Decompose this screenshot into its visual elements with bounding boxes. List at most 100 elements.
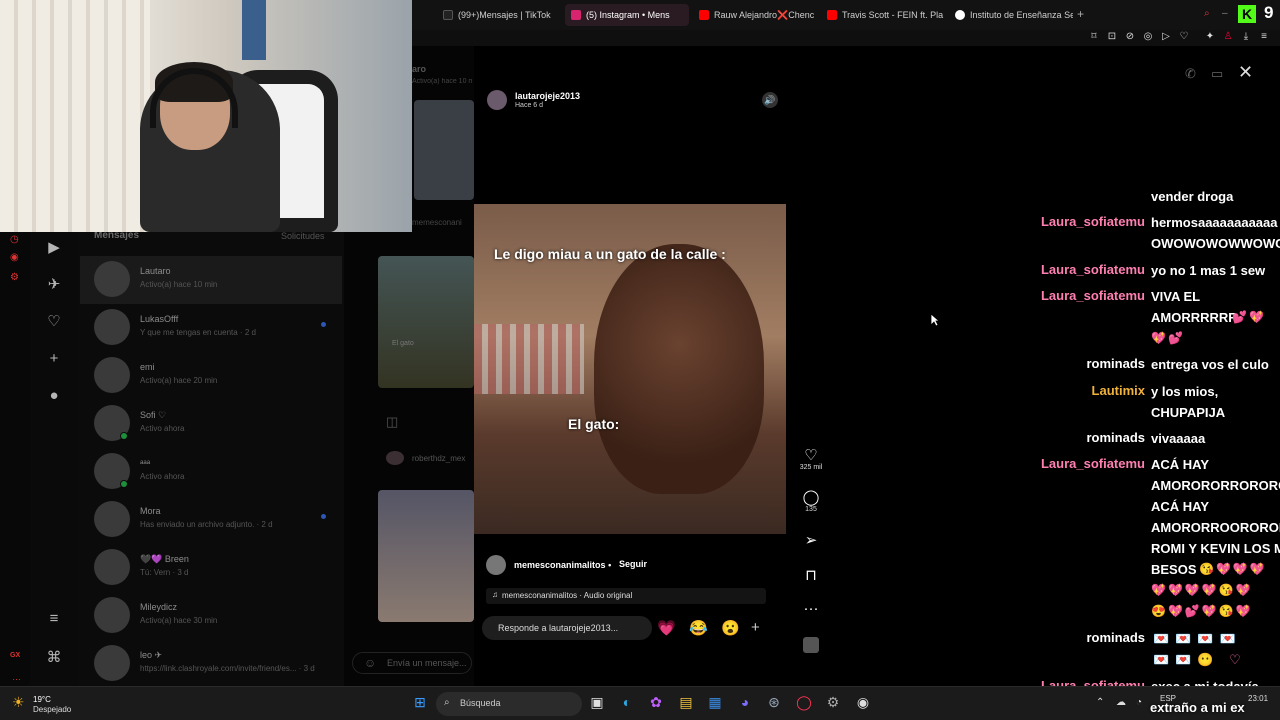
windows-start-icon[interactable]: ⊞ — [410, 694, 430, 712]
share-button[interactable]: ➢ — [798, 531, 824, 549]
list-item[interactable]: Lautaro Activo(a) hace 10 min — [80, 256, 342, 304]
edge-icon[interactable]: ◐ — [617, 694, 637, 712]
avatar[interactable] — [486, 555, 506, 575]
volume-icon[interactable]: 🔊 — [762, 92, 778, 108]
add-reaction-button[interactable]: + — [751, 619, 760, 636]
more-icon[interactable]: … — [12, 672, 21, 682]
heart-icon[interactable]: ♡ — [1177, 31, 1191, 42]
clock[interactable]: 23:01 — [1248, 694, 1268, 703]
youtube-icon — [827, 10, 837, 20]
taskbar-search[interactable]: ⌕ Búsqueda — [436, 692, 582, 716]
list-item[interactable]: Mora Has enviado un archivo adjunto. · 2 … — [80, 496, 342, 544]
reels-icon[interactable]: ▶ — [44, 238, 64, 256]
new-tab-button[interactable]: + — [1077, 7, 1084, 21]
chat-message: vivaaaaa — [1151, 431, 1206, 446]
list-item[interactable]: Mileydicz Activo(a) hace 30 min — [80, 592, 342, 640]
task-view-icon[interactable]: ▣ — [587, 694, 607, 712]
reaction-wow[interactable]: 😮 — [721, 619, 740, 637]
shared-reel-thumb[interactable] — [378, 256, 474, 388]
tab-instituto[interactable]: Instituto de Enseñanza Se — [949, 4, 1073, 26]
list-item[interactable]: emi Activo(a) hace 20 min — [80, 352, 342, 400]
settings-app-icon[interactable]: ⚙ — [823, 694, 843, 712]
save-button[interactable]: ⊓ — [798, 566, 824, 584]
post-username[interactable]: memesconanimalitos • — [514, 560, 611, 570]
tab-instagram[interactable]: (5) Instagram • Mens — [565, 4, 689, 26]
phone-icon[interactable]: ✆ — [1185, 66, 1196, 82]
avatar[interactable] — [487, 90, 507, 110]
story-video[interactable]: Le digo miau a un gato de la calle : El … — [474, 204, 786, 534]
reply-input[interactable]: Responde a lautarojeje2013... — [482, 616, 652, 640]
shared-reel-thumb-2[interactable] — [378, 490, 474, 622]
download-icon[interactable]: ⤓ — [1239, 31, 1253, 42]
weather-temp[interactable]: 19°C — [33, 695, 51, 704]
copilot-icon[interactable]: ✿ — [646, 694, 666, 712]
messages-icon[interactable]: ✈ — [44, 275, 64, 293]
adblock-icon[interactable]: ⊘ — [1123, 31, 1137, 42]
chat-username: rominads — [1086, 356, 1145, 371]
video-call-icon[interactable]: ▭ — [1211, 66, 1223, 82]
avatar — [386, 451, 404, 465]
list-item[interactable]: ᵃᵃᵃ Activo ahora — [80, 448, 342, 496]
more-options-button[interactable]: ··· — [798, 600, 824, 617]
list-item[interactable]: 🖤💜 Breen Tú: Vern · 3 d — [80, 544, 342, 592]
history-icon[interactable]: ◷ — [10, 234, 19, 245]
notifications-icon[interactable]: ♡ — [44, 312, 64, 330]
settings-icon[interactable]: ⚙ — [10, 272, 19, 283]
tray-chevron-icon[interactable]: ⌃ — [1096, 697, 1104, 708]
youtube-icon — [699, 10, 709, 20]
gx-label: GX — [10, 652, 21, 659]
comment-button[interactable]: ◯ 135 — [798, 488, 824, 513]
audio-label[interactable]: ♫ memesconanimalitos · Audio original — [486, 588, 766, 604]
avatar — [94, 597, 130, 633]
chat-message: BESOS — [1151, 562, 1197, 577]
store-icon[interactable]: ▦ — [705, 694, 725, 712]
opera-gx-icon[interactable]: ◯ — [794, 694, 814, 712]
reaction-heart[interactable]: 💗 — [657, 619, 676, 637]
close-icon[interactable]: ✕ — [1238, 62, 1253, 83]
webcam-poster — [242, 0, 266, 60]
requests-link[interactable]: Solicitudes — [281, 231, 325, 241]
camera-icon[interactable]: ◎ — [1141, 31, 1155, 42]
tab-youtube-travis[interactable]: Travis Scott - FEIN ft. Pla — [821, 4, 945, 26]
reaction-laugh[interactable]: 😂 — [689, 619, 708, 637]
search-tabs-icon[interactable]: ⌕ — [1204, 8, 1210, 19]
menu-icon[interactable]: ≡ — [1257, 31, 1271, 42]
tab-youtube-rauw[interactable]: Rauw Alejandro❌Chenc — [693, 4, 817, 26]
screenshot-icon[interactable]: ⊡ — [1105, 31, 1119, 42]
profile-icon[interactable]: ♙ — [1221, 31, 1235, 42]
more-menu-icon[interactable]: ≡ — [44, 610, 64, 627]
shared-post-thumb[interactable] — [414, 100, 474, 200]
emoji-icon[interactable]: ☺ — [364, 656, 376, 670]
chat-partner-name: aro — [412, 64, 427, 74]
list-item[interactable]: Sofi ♡ Activo ahora — [80, 400, 342, 448]
onedrive-icon[interactable]: ☁ — [1116, 697, 1126, 708]
audio-thumb[interactable] — [803, 637, 819, 653]
play-icon[interactable]: ▷ — [1159, 31, 1173, 42]
online-indicator — [120, 480, 128, 488]
discord-icon[interactable]: ◕ — [735, 694, 755, 712]
weather-desc[interactable]: Despejado — [33, 705, 71, 714]
minimize-icon[interactable]: – — [1222, 8, 1228, 19]
steam-icon[interactable]: ⊛ — [764, 694, 784, 712]
chat-username: Laura_sofiatemu — [1040, 262, 1145, 277]
obs-icon[interactable]: ◉ — [853, 694, 873, 712]
bookmark-icon[interactable]: ⌑ — [1087, 31, 1101, 42]
create-icon[interactable]: + — [44, 350, 64, 367]
like-button[interactable]: ♡ 325 mil — [798, 446, 824, 471]
threads-icon[interactable]: ⌘ — [44, 648, 64, 666]
ellipsis-icon: ··· — [803, 600, 819, 617]
list-item[interactable]: LukasOfff Y que me tengas en cuenta · 2 d — [80, 304, 342, 352]
webcam-overlay — [0, 0, 412, 232]
extensions-icon[interactable]: ✦ — [1203, 31, 1217, 42]
chat-message: ROMI Y KEVIN LOS M — [1151, 541, 1280, 556]
network-icon[interactable]: ◔ — [1136, 697, 1142, 708]
tab-tiktok[interactable]: (99+)Mensajes | TikTok — [437, 4, 561, 26]
messenger-icon[interactable]: ◉ — [10, 252, 19, 263]
story-username[interactable]: lautarojeje2013 — [515, 91, 580, 101]
follow-button[interactable]: Seguir — [619, 559, 647, 569]
unread-dot — [321, 322, 326, 327]
send-icon: ➢ — [804, 532, 818, 549]
profile-avatar-icon[interactable]: ● — [44, 387, 64, 404]
file-explorer-icon[interactable]: ▤ — [676, 694, 696, 712]
list-item[interactable]: leo ✈ https://link.clashroyale.com/invite… — [80, 640, 342, 684]
